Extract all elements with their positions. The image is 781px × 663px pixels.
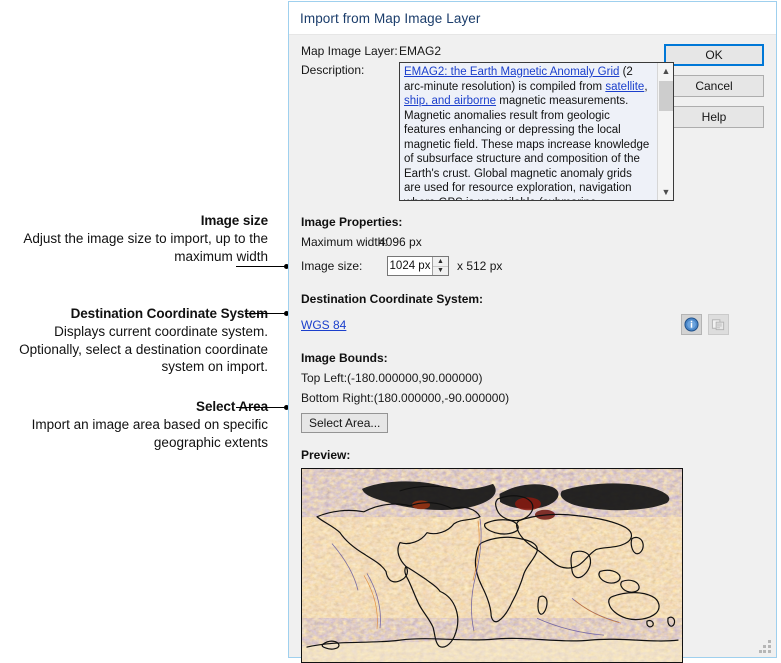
coordinate-system-link[interactable]: WGS 84	[301, 318, 346, 332]
dialog-title-bar: Import from Map Image Layer	[289, 2, 776, 35]
maximum-width-value: 4096 px	[379, 235, 422, 249]
description-text-5: magnetic measurements. Magnetic anomalie…	[404, 95, 650, 200]
scrollbar-thumb[interactable]	[659, 81, 673, 111]
annotation-dcs-body: Displays current coordinate system. Opti…	[19, 323, 268, 375]
image-bounds-bottom-right: Bottom Right:(180.000000,-90.000000)	[301, 391, 510, 405]
info-icon[interactable]	[681, 314, 702, 335]
annotation-image-size-title: Image size	[200, 213, 268, 228]
leader-line-image-size	[236, 266, 286, 267]
leader-line-select-area	[236, 407, 286, 408]
image-properties-heading: Image Properties:	[301, 215, 403, 229]
copy-paste-icon	[708, 314, 729, 335]
select-area-button[interactable]: Select Area...	[301, 413, 389, 433]
image-bounds-heading: Image Bounds:	[301, 351, 388, 365]
annotation-dcs-title: Destination Coordinate System	[70, 306, 268, 321]
image-size-input[interactable]: 1024 px	[388, 257, 432, 275]
description-text: EMAG2: the Earth Magnetic Anomaly Grid (…	[400, 63, 653, 200]
import-from-map-image-layer-dialog: Import from Map Image Layer OK Cancel He…	[288, 1, 777, 663]
scroll-down-icon[interactable]: ▼	[658, 184, 673, 200]
description-text-3: ,	[644, 80, 648, 93]
image-size-row: Image size: 1024 px ▲ ▼ x 512 px	[301, 256, 764, 276]
description-link-2[interactable]: satellite	[605, 81, 644, 93]
description-link-4[interactable]: ship, and airborne	[404, 95, 496, 107]
image-size-suffix: x 512 px	[457, 259, 503, 273]
help-button[interactable]: Help	[664, 106, 764, 128]
annotation-select-area-title: Select Area	[196, 399, 268, 414]
leader-line-dcs	[245, 313, 286, 314]
image-size-spin-buttons: ▲ ▼	[432, 257, 448, 275]
map-image-layer-value: EMAG2	[399, 44, 442, 58]
preview-map-image	[301, 468, 683, 663]
description-scrollbar[interactable]: ▲ ▼	[657, 63, 673, 200]
annotation-column: Image size Adjust the image size to impo…	[0, 0, 290, 660]
annotation-image-size: Image size Adjust the image size to impo…	[12, 212, 268, 265]
image-size-label: Image size:	[301, 259, 363, 273]
description-link-0[interactable]: EMAG2: the Earth Magnetic Anomaly Grid	[404, 66, 619, 78]
resize-grip[interactable]	[759, 640, 772, 653]
maximum-width-row: Maximum width: 4096 px	[301, 235, 764, 249]
destination-coordinate-system-heading: Destination Coordinate System:	[301, 292, 484, 306]
map-image-layer-label: Map Image Layer:	[301, 44, 398, 58]
destination-coordinate-system-row: WGS 84	[301, 314, 764, 335]
dialog-body: OK Cancel Help Map Image Layer: EMAG2 De…	[289, 35, 776, 663]
description-label: Description:	[301, 63, 365, 77]
annotation-select-area-body: Import an image area based on specific g…	[31, 416, 268, 450]
spin-down-icon[interactable]: ▼	[433, 267, 448, 276]
maximum-width-label: Maximum width:	[301, 235, 388, 249]
scroll-up-icon[interactable]: ▲	[658, 63, 673, 79]
spin-up-icon[interactable]: ▲	[433, 257, 448, 267]
image-bounds-top-left: Top Left:(-180.000000,90.000000)	[301, 371, 483, 385]
annotation-select-area: Select Area Import an image area based o…	[18, 398, 268, 451]
annotation-image-size-body: Adjust the image size to import, up to t…	[23, 230, 268, 264]
dialog-button-column: OK Cancel Help	[664, 44, 764, 137]
description-box[interactable]: EMAG2: the Earth Magnetic Anomaly Grid (…	[399, 62, 674, 201]
image-size-stepper[interactable]: 1024 px ▲ ▼	[387, 256, 449, 276]
ok-button[interactable]: OK	[664, 44, 764, 66]
dialog-title: Import from Map Image Layer	[300, 10, 481, 26]
annotation-destination-coordinate-system: Destination Coordinate System Displays c…	[0, 305, 268, 376]
coordinate-system-icon-group	[681, 314, 729, 335]
cancel-button[interactable]: Cancel	[664, 75, 764, 97]
preview-heading: Preview:	[301, 448, 351, 462]
